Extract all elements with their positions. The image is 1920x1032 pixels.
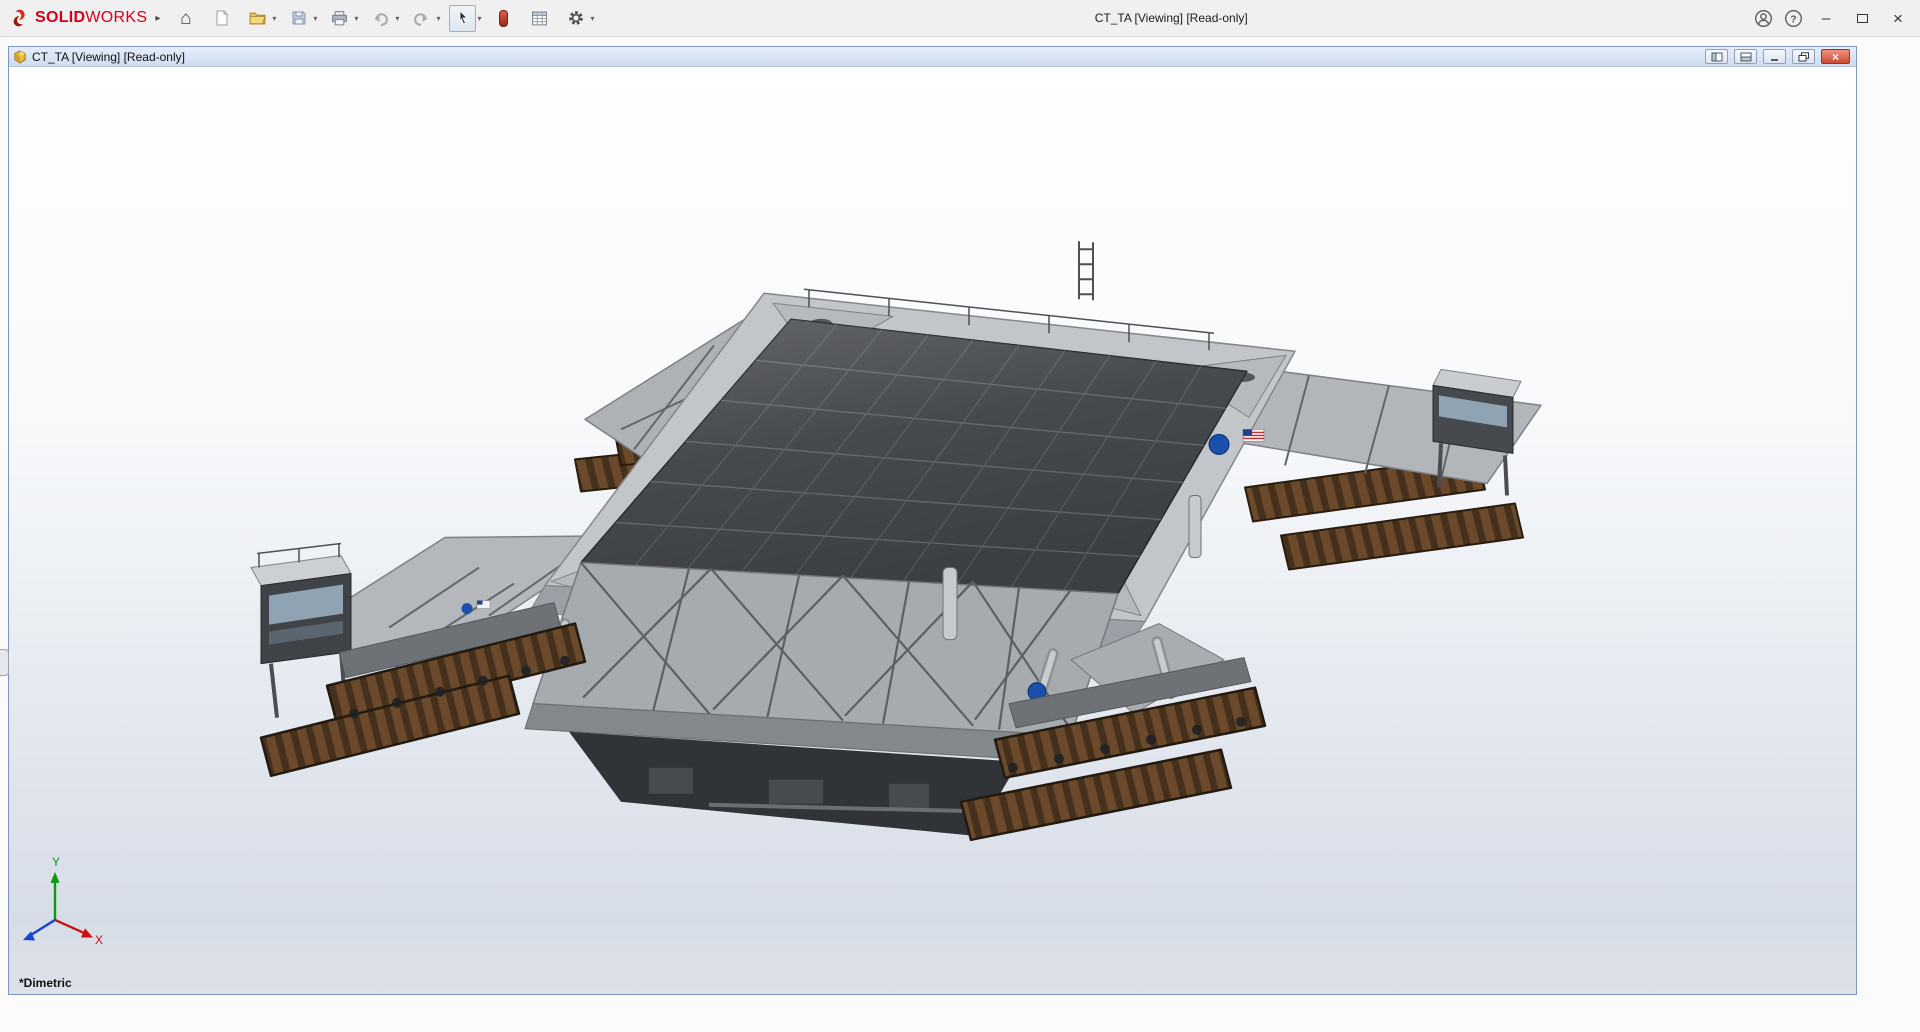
print-icon <box>332 10 348 25</box>
close-button[interactable]: × <box>1880 3 1916 33</box>
print-button[interactable] <box>326 5 353 32</box>
help-button[interactable]: ? <box>1778 4 1808 32</box>
model-canvas: Y X <box>23 241 1542 947</box>
app-window-title: CT_TA [Viewing] [Read-only] <box>1094 11 1248 25</box>
save-dropdown-caret-icon[interactable]: ▾ <box>313 14 317 23</box>
nasa-meatball-decal <box>1208 433 1230 455</box>
select-tool-button[interactable] <box>449 4 477 32</box>
select-dropdown-caret-icon[interactable]: ▾ <box>477 14 481 23</box>
gear-icon <box>569 11 583 25</box>
doc-minimize-button[interactable] <box>1763 49 1786 64</box>
open-dropdown-caret-icon[interactable]: ▾ <box>272 14 276 23</box>
open-button[interactable] <box>244 5 271 32</box>
app-title-bar: SOLIDWORKS ▸ ⌂ ▾ ▾ ▾ ▾ ▾ ▾ ▾ CT_TA [View… <box>0 0 1920 37</box>
orientation-triad[interactable]: Y X <box>23 855 103 947</box>
document-title-bar[interactable]: CT_TA [Viewing] [Read-only] × <box>9 47 1856 67</box>
app-bar-right-controls: ? – × <box>1748 3 1916 33</box>
triad-y-label: Y <box>52 855 60 869</box>
bill-of-materials-button[interactable] <box>526 5 553 32</box>
redo-button[interactable] <box>408 5 435 32</box>
document-title: CT_TA [Viewing] [Read-only] <box>32 49 185 64</box>
us-flag-decal <box>1242 428 1265 442</box>
nasa-meatball-decal <box>461 603 473 615</box>
maximize-button[interactable] <box>1844 3 1880 33</box>
svg-text:?: ? <box>1790 14 1796 25</box>
options-button[interactable] <box>562 5 589 32</box>
minimize-button[interactable]: – <box>1808 3 1844 33</box>
workspace: CT_TA [Viewing] [Read-only] × Y X *Dimet… <box>0 37 1920 1032</box>
quick-access-toolbar: ⌂ ▾ ▾ ▾ ▾ ▾ ▾ ▾ <box>172 4 594 32</box>
bill-of-materials-icon <box>532 11 548 25</box>
home-icon: ⌂ <box>180 7 192 29</box>
doc-minimize-icon <box>1770 58 1778 61</box>
tile-icon <box>1740 52 1751 61</box>
user-account-icon <box>1754 9 1772 27</box>
save-button[interactable] <box>285 5 312 32</box>
redo-dropdown-caret-icon[interactable]: ▾ <box>436 14 440 23</box>
snapshot-indicator-icon <box>499 9 509 27</box>
doc-cascade-button[interactable] <box>1705 49 1728 64</box>
doc-close-icon: × <box>1831 49 1839 64</box>
solidworks-logo: SOLIDWORKS <box>4 7 147 29</box>
account-button[interactable] <box>1748 4 1778 32</box>
save-icon <box>292 11 306 25</box>
doc-restore-button[interactable] <box>1792 49 1815 64</box>
home-button[interactable]: ⌂ <box>172 5 199 32</box>
undo-button[interactable] <box>367 5 394 32</box>
open-folder-icon <box>249 12 267 24</box>
undo-icon <box>375 12 389 26</box>
minimize-icon: – <box>1821 9 1831 27</box>
model-crawler-transporter[interactable] <box>250 241 1542 842</box>
redo-icon <box>414 12 428 26</box>
y-axis-arrow-icon <box>50 871 60 883</box>
print-dropdown-caret-icon[interactable]: ▾ <box>354 14 358 23</box>
solidworks-document-icon <box>14 49 26 64</box>
select-cursor-icon <box>459 10 468 25</box>
view-orientation-label: *Dimetric <box>19 976 72 990</box>
maximize-icon <box>1856 13 1868 23</box>
document-window-controls: × <box>1705 49 1852 64</box>
graphics-viewport[interactable]: Y X *Dimetric <box>9 67 1856 994</box>
new-document-button[interactable] <box>208 5 235 32</box>
snapshot-button[interactable] <box>490 5 517 32</box>
doc-restore-icon <box>1798 51 1809 61</box>
us-flag-decal <box>476 600 491 609</box>
help-icon: ? <box>1784 9 1802 27</box>
dassault-systemes-logo-icon <box>13 9 25 27</box>
doc-tile-button[interactable] <box>1734 49 1757 64</box>
toolbar-flyout-arrow-icon[interactable]: ▸ <box>155 13 160 24</box>
new-document-icon <box>216 10 228 26</box>
panel-splitter-handle[interactable] <box>0 649 9 676</box>
document-window: CT_TA [Viewing] [Read-only] × Y X *Dimet… <box>8 46 1857 995</box>
cascade-icon <box>1711 52 1722 61</box>
triad-x-label: X <box>95 933 103 947</box>
close-icon: × <box>1893 8 1903 28</box>
undo-dropdown-caret-icon[interactable]: ▾ <box>395 14 399 23</box>
doc-close-button[interactable]: × <box>1821 49 1850 64</box>
solidworks-wordmark: SOLIDWORKS <box>35 9 148 26</box>
